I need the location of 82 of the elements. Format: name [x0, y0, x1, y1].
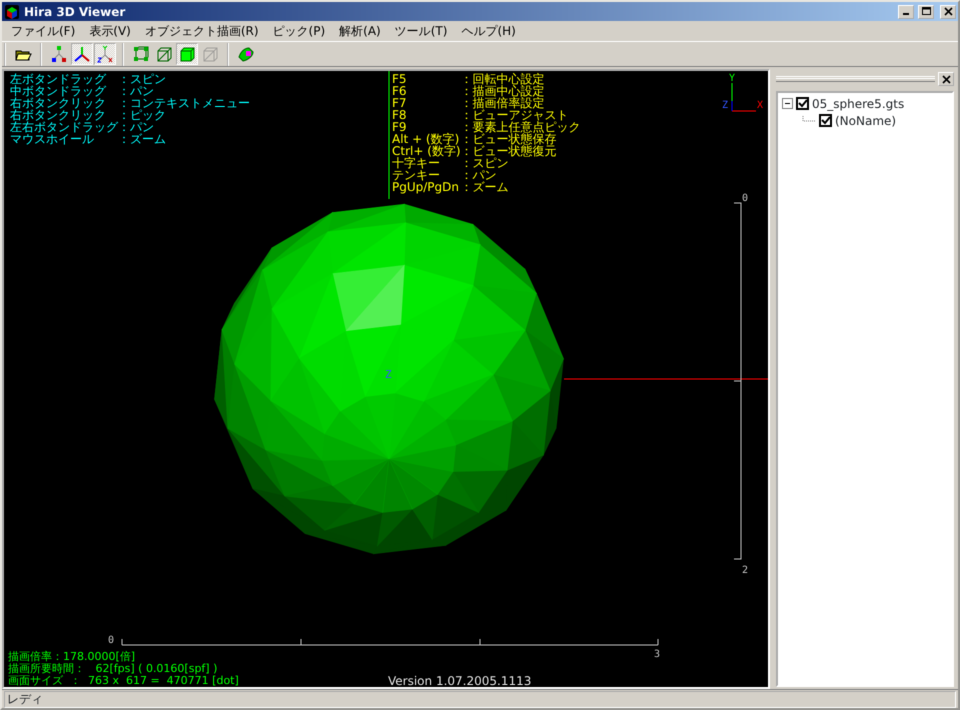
shortcut-action: ：回転中心設定 — [460, 73, 546, 85]
shortcut-action: ：ビューアジャスト — [460, 109, 570, 121]
menu-item[interactable]: ピック(P) — [266, 21, 332, 41]
wireframe-cube-icon — [132, 45, 150, 63]
expander-icon[interactable] — [782, 98, 793, 109]
scale-label: 0 — [108, 635, 114, 646]
panel-grip[interactable] — [776, 76, 935, 82]
shortcut-action: ：スピン — [460, 157, 509, 169]
window-title: Hira 3D Viewer — [24, 4, 126, 20]
shortcut-key: 右ボタンクリック — [10, 109, 118, 121]
shortcut-key: マウスホイール — [10, 133, 118, 145]
shortcut-action: ：コンテキストメニュー — [118, 97, 250, 109]
close-icon — [944, 7, 952, 16]
stats-text: 画面サイズ ： 763 x 617 = 470771 [dot] — [8, 675, 239, 687]
shortcut-action: ：ビュー状態保存 — [460, 133, 558, 145]
status-text: レディ — [4, 690, 956, 708]
stats-text: 描画倍率：178.0000[倍] — [8, 651, 136, 663]
shortcut-action: ：パン — [460, 169, 498, 181]
shortcut-action: ：ビュー状態復元 — [460, 145, 558, 157]
menu-item[interactable]: ツール(T) — [388, 21, 454, 41]
shortcut-key: 左ボタンドラッグ — [10, 73, 118, 85]
wireframe-cube-icon — [155, 45, 173, 63]
solid-cube-icon — [178, 45, 196, 63]
shortcut-key: F6 — [392, 85, 461, 97]
shortcut-action: ：ズーム — [118, 133, 167, 145]
shortcut-key: 十字キー — [392, 157, 461, 169]
scale-label: 2 — [742, 565, 748, 576]
axis-label: Z — [385, 368, 392, 381]
scale-label: 3 — [654, 649, 660, 660]
shortcut-action: ：パン — [118, 121, 155, 133]
shortcut-action: ：描画倍率設定 — [460, 97, 546, 109]
toolbar-button[interactable] — [71, 43, 93, 65]
minus-icon — [782, 98, 793, 109]
shortcut-key: Ctrl+ (数字) — [392, 145, 461, 157]
shortcut-action: ：ズーム — [460, 181, 510, 193]
check-icon — [798, 99, 807, 108]
minimize-button[interactable] — [898, 4, 914, 18]
shortcut-key: テンキー — [392, 169, 461, 181]
axes-icon — [50, 45, 68, 63]
shortcut-key: 左右ボタンドラッグ — [10, 121, 118, 133]
close-button[interactable] — [938, 72, 954, 86]
toolbar-button[interactable] — [94, 43, 116, 65]
menu-item[interactable]: 表示(V) — [82, 21, 138, 41]
axes-icon — [73, 45, 91, 63]
checkbox[interactable] — [819, 114, 832, 127]
scale-label: 0 — [742, 193, 748, 204]
menu-item[interactable]: ヘルプ(H) — [454, 21, 523, 41]
menu-item[interactable]: オブジェクト描画(R) — [138, 21, 266, 41]
menu-item[interactable]: 解析(A) — [332, 21, 388, 41]
shortcut-key: Alt + (数字) — [392, 133, 461, 145]
shortcut-key: F5 — [392, 73, 461, 85]
axis-triad-drawing — [732, 82, 756, 112]
shortcut-key: F7 — [392, 97, 461, 109]
check-icon — [821, 116, 830, 125]
shortcut-action: ：スピン — [118, 73, 167, 85]
shortcut-action: ：パン — [118, 85, 155, 97]
shortcut-key: 右ボタンクリック — [10, 97, 118, 109]
maximize-icon — [922, 7, 930, 16]
close-icon — [942, 74, 950, 84]
shortcut-action: ：要素上任意点ピック — [460, 121, 581, 133]
tree-item[interactable]: 05_sphere5.gts — [812, 94, 904, 112]
axes-icon — [96, 45, 114, 63]
menu-item[interactable]: ファイル(F) — [4, 21, 82, 41]
close-button[interactable] — [940, 4, 956, 18]
shortcut-key: F8 — [392, 109, 461, 121]
paint-icon — [237, 45, 255, 63]
shortcut-action: ：ピック — [118, 109, 167, 121]
stats-text: 描画所要時間： 62[fps] ( 0.0160[spf] ) — [8, 663, 218, 675]
axis-label: X — [757, 100, 764, 111]
version-text: Version 1.07.2005.1113 — [388, 675, 532, 687]
shortcut-key: F9 — [392, 121, 461, 133]
checkbox[interactable] — [796, 97, 809, 110]
shortcut-key: 中ボタンドラッグ — [10, 85, 118, 97]
wireframe-cube-icon — [201, 45, 219, 63]
tree-item[interactable]: (NoName) — [835, 112, 896, 130]
app-logo-icon — [4, 4, 20, 20]
axis-label: Y — [729, 73, 736, 84]
axis-label: Z — [722, 100, 728, 111]
maximize-button[interactable] — [918, 4, 934, 18]
shortcut-key: PgUp/PgDn — [392, 181, 461, 193]
shortcut-action: ：描画中心設定 — [460, 85, 546, 97]
toolbar-button[interactable] — [176, 43, 198, 65]
